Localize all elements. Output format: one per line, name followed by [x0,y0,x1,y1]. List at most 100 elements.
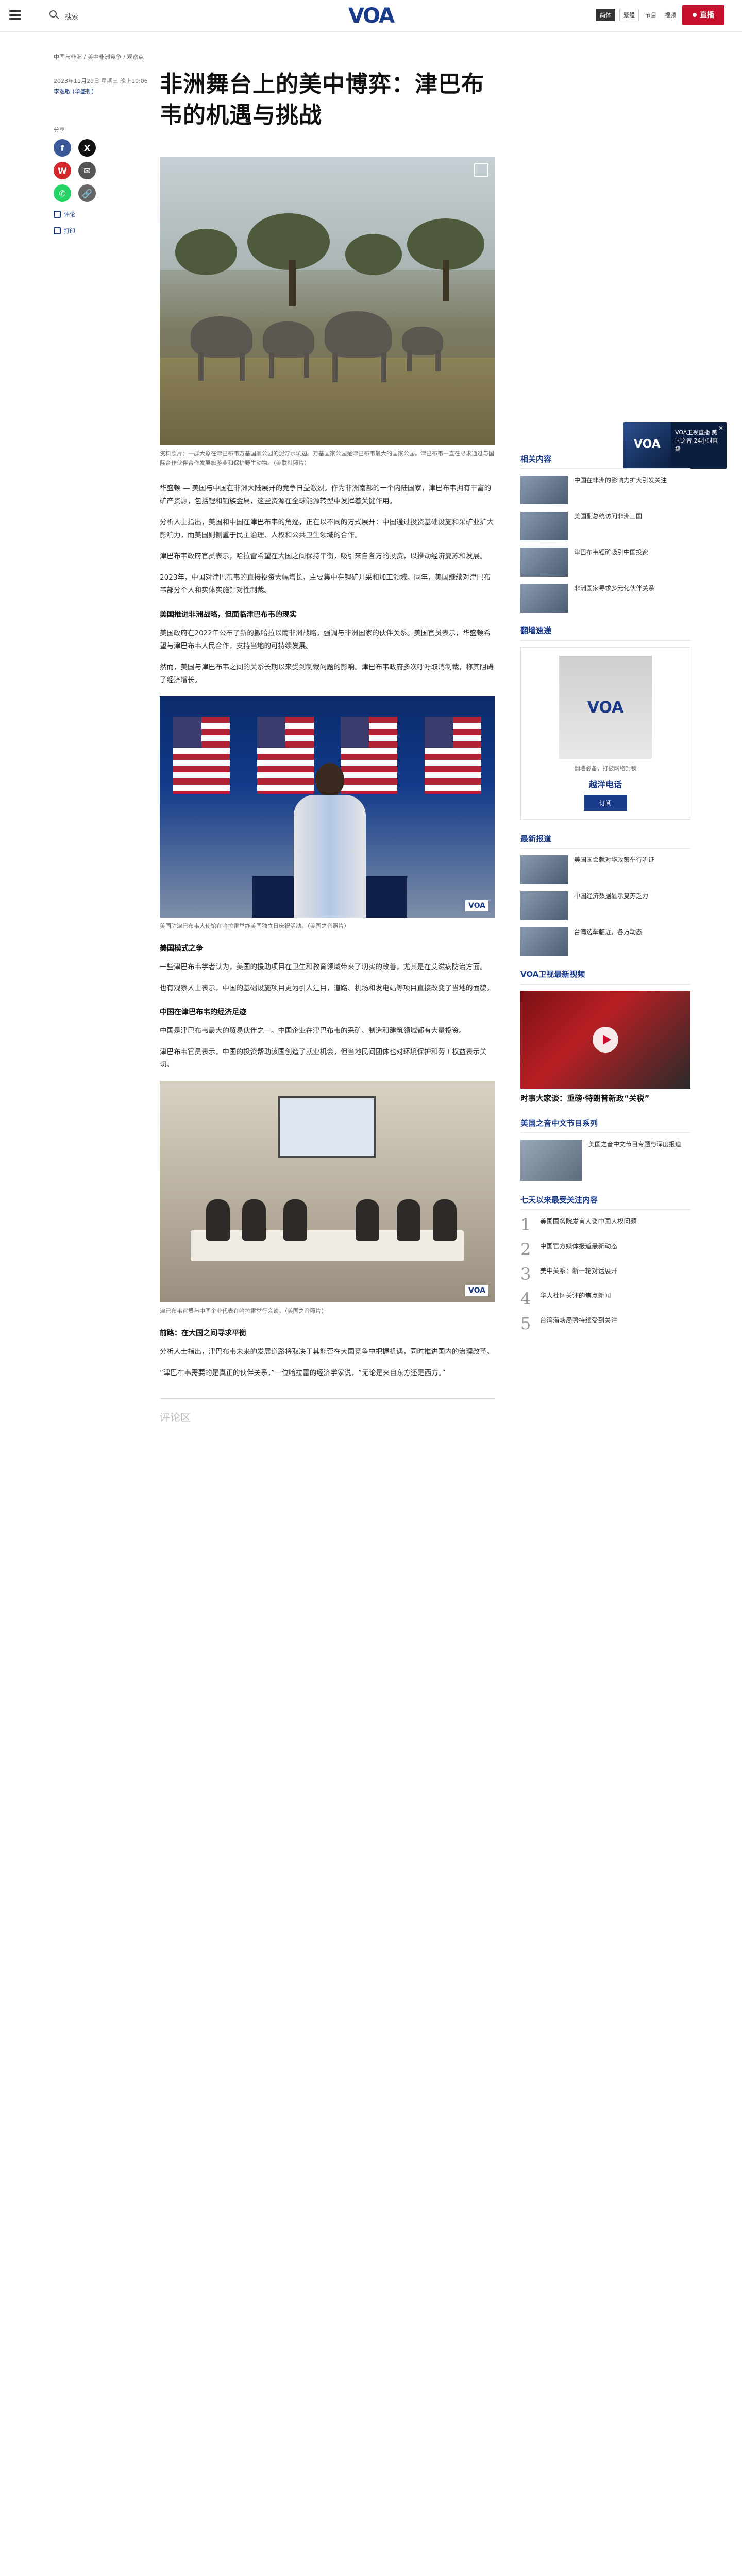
top-header: 搜索 VOA 简体 繁體 节目 视频 直播 [0,0,742,32]
thumbnail [520,548,568,577]
paragraph: “津巴布韦需要的是真正的伙伴关系，”一位哈拉雷的经济学家说，“无论是来自东方还是… [160,1369,446,1377]
promo-box: VOA 翻墙必备，打破网络封锁 越洋电话 订阅 [520,647,690,820]
speaker-photo[interactable]: VOA [160,696,495,918]
breadcrumb[interactable]: 中国与非洲 / 美中非洲竞争 / 观察点 [54,53,144,61]
print-action[interactable]: 打印 [54,227,85,235]
promo-image: VOA [559,656,652,759]
list-item[interactable]: 津巴布韦锂矿吸引中国投资 [520,548,690,577]
thumbnail [520,584,568,613]
rank-number: 3 [520,1264,531,1284]
thumbnail [520,512,568,540]
chinese-programs-heading: 美国之音中文节目系列 [520,1117,690,1133]
rank-number: 2 [520,1240,531,1259]
article-author[interactable]: 李逸敏 (华盛顿) [54,87,148,97]
subheading: 中国在津巴布韦的经济足迹 [160,1008,246,1016]
menu-icon[interactable] [9,10,21,20]
lang-simplified[interactable]: 简体 [596,9,615,21]
most-viewed-list: 1 美国国务院发言人谈中国人权问题 2 中国官方媒体报道最新动态 3 美中关系：新一轮… [520,1216,690,1332]
comments-section[interactable]: 评论区 [160,1398,495,1424]
comment-action[interactable]: 评论 [54,210,85,218]
hero-image[interactable] [160,157,495,445]
chinese-program-text: 美国之音中文节目专题与深度报道 [588,1141,682,1148]
thumbnail [520,891,568,920]
list-item[interactable]: 5 台湾海峡局势持续受到关注 [520,1315,690,1332]
video-heading: VOA卫视最新视频 [520,969,690,985]
promo-text: 翻墙必备，打破网络封锁 [574,765,637,772]
video-thumbnail[interactable] [520,991,690,1089]
list-item[interactable]: 美国副总统访问非洲三国 [520,512,690,540]
list-item[interactable]: 4 华人社区关注的焦点新闻 [520,1291,690,1307]
paragraph: 然而，美国与津巴布韦之间的关系长期以来受到制裁问题的影响。津巴布韦政府多次呼吁取… [160,663,494,684]
live-player-text: VOA卫视直播 美国之音 24小时直播 [675,429,718,452]
article-title: 非洲舞台上的美中博弈：津巴布韦的机遇与挑战 [160,71,484,128]
paragraph: 2023年，中国对津巴布韦的直接投资大幅增长，主要集中在锂矿开采和加工领域。同年… [160,573,491,595]
right-rail: 相关内容 中国在非洲的影响力扩大引发关注 美国副总统访问非洲三国 津巴布韦锂矿吸… [520,453,690,1340]
weibo-icon[interactable]: W [54,162,71,179]
voa-watermark: VOA [465,900,488,911]
paragraph: 中国是津巴布韦最大的贸易伙伴之一。中国企业在津巴布韦的采矿、制造和建筑领域都有大… [160,1027,466,1035]
play-icon[interactable] [593,1027,618,1053]
programs-link[interactable]: 节目 [643,9,659,21]
meeting-photo[interactable]: VOA [160,1081,495,1302]
list-item[interactable]: 非洲国家寻求多元化伙伴关系 [520,584,690,613]
chinese-program-card[interactable]: 美国之音中文节目专题与深度报道 [520,1140,690,1181]
photo-caption: 津巴布韦官员与中国企业代表在哈拉雷举行会谈。（美国之音照片） [160,1308,327,1314]
expand-icon[interactable] [474,163,488,177]
live-dot-icon [693,13,697,17]
list-item[interactable]: 3 美中关系：新一轮对话展开 [520,1266,690,1282]
video-link[interactable]: 视频 [663,9,678,21]
share-label: 分享 [54,127,65,133]
facebook-icon[interactable]: f [54,139,71,157]
related-list: 中国在非洲的影响力扩大引发关注 美国副总统访问非洲三国 津巴布韦锂矿吸引中国投资… [520,476,690,613]
header-right: 简体 繁體 节目 视频 直播 [596,5,724,25]
lang-traditional[interactable]: 繁體 [619,9,639,21]
paragraph: 美国政府在2022年公布了新的撒哈拉以南非洲战略，强调与非洲国家的伙伴关系。美国… [160,629,491,650]
rank-number: 5 [520,1314,531,1333]
list-item[interactable]: 中国经济数据显示复苏乏力 [520,891,690,920]
thumbnail [520,855,568,884]
voa-watermark: VOA [465,1285,488,1296]
video-title[interactable]: 时事大家谈：重磅·特朗普新政“关税” [520,1093,690,1104]
paragraph: 一些津巴布韦学者认为，美国的援助项目在卫生和教育领域带来了切实的改善，尤其是在艾… [160,963,487,971]
print-icon [54,227,61,234]
paragraph: 津巴布韦官员表示，中国的投资帮助该国创造了就业机会，但当地民间团体也对环境保护和… [160,1048,487,1069]
list-item[interactable]: 1 美国国务院发言人谈中国人权问题 [520,1216,690,1233]
rank-number: 1 [520,1215,531,1234]
paragraph: 华盛顿 — 美国与中国在非洲大陆展开的竞争日益激烈。作为非洲南部的一个内陆国家，… [160,484,492,505]
rank-number: 4 [520,1289,531,1309]
related-heading: 相关内容 [520,453,690,469]
hero-caption: 资料照片：一群大象在津巴布韦万基国家公园的泥泞水坑边。万基国家公园是津巴布韦最大… [160,450,494,466]
paragraph: 分析人士指出，津巴布韦未来的发展道路将取决于其能否在大国竞争中把握机遇，同时推进… [160,1348,494,1356]
share-column: 分享 f X W ✉ ✆ 🔗 评论 打印 [54,126,96,235]
x-icon[interactable]: X [78,139,96,157]
link-icon[interactable]: 🔗 [78,184,96,202]
close-icon[interactable]: ✕ [718,425,723,432]
thumbnail [520,927,568,956]
search-icon[interactable] [49,10,60,21]
list-item[interactable]: 2 中国官方媒体报道最新动态 [520,1241,690,1258]
paragraph: 津巴布韦政府官员表示，哈拉雷希望在大国之间保持平衡，吸引来自各方的投资，以推动经… [160,552,487,561]
paragraph: 分析人士指出，美国和中国在津巴布韦的角逐，正在以不同的方式展开：中国通过投资基础… [160,518,494,539]
news-list: 美国国会就对华政策举行听证 中国经济数据显示复苏乏力 台湾选举临近，各方动态 [520,855,690,956]
promo-heading: 翻墙速递 [520,625,690,641]
comment-icon [54,211,61,218]
voa-logo[interactable]: VOA [340,4,402,28]
whatsapp-icon[interactable]: ✆ [54,184,71,202]
thumbnail [520,1140,582,1181]
list-item[interactable]: 美国国会就对华政策举行听证 [520,855,690,884]
live-button[interactable]: 直播 [682,5,724,25]
photo-caption: 美国驻津巴布韦大使馆在哈拉雷举办美国独立日庆祝活动。（美国之音照片） [160,923,350,929]
subheading: 美国模式之争 [160,944,203,953]
video-card[interactable]: 时事大家谈：重磅·特朗普新政“关税” [520,991,690,1104]
promo-title: 越洋电话 [588,779,622,789]
subscribe-button[interactable]: 订阅 [583,795,627,811]
paragraph: 也有观察人士表示，中国的基础设施项目更为引人注目，道路、机场和发电站等项目直接改… [160,984,494,992]
search-label[interactable]: 搜索 [65,11,78,21]
list-item[interactable]: 台湾选举临近，各方动态 [520,927,690,956]
article-body: 华盛顿 — 美国与中国在非洲大陆展开的竞争日益激烈。作为非洲南部的一个内陆国家，… [160,482,495,1380]
most-viewed-heading: 七天以来最受关注内容 [520,1194,690,1210]
list-item[interactable]: 中国在非洲的影响力扩大引发关注 [520,476,690,504]
subheading: 前路：在大国之间寻求平衡 [160,1329,246,1337]
article-date: 2023年11月29日 星期三 晚上10:06 [54,78,148,84]
email-icon[interactable]: ✉ [78,162,96,179]
